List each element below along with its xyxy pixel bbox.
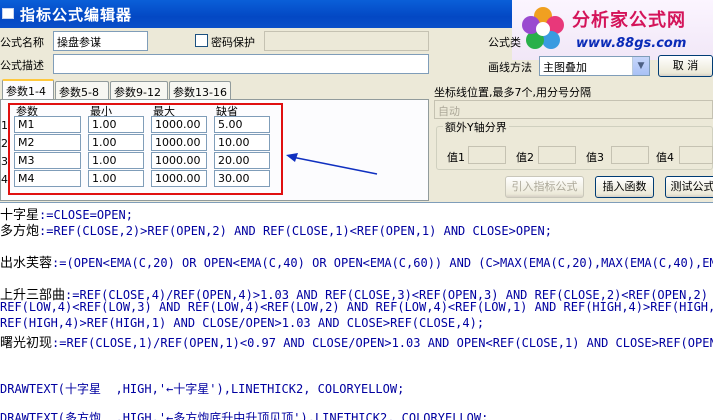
highlight-box bbox=[8, 103, 283, 195]
code-line: REF(HIGH,4)>REF(HIGH,1) AND CLOSE/OPEN>1… bbox=[0, 316, 485, 330]
insert-function-button[interactable]: 插入函数 bbox=[595, 176, 654, 198]
value2-label: 值2 bbox=[516, 151, 534, 164]
value4-input[interactable] bbox=[679, 146, 713, 164]
cancel-button[interactable]: 取 消 bbox=[658, 55, 713, 77]
tab-params-13-16[interactable]: 参数13-16 bbox=[169, 81, 231, 99]
param-row-number: 3 bbox=[1, 155, 8, 168]
code-line: REF(LOW,4)<REF(LOW,3) AND REF(LOW,4)<REF… bbox=[0, 300, 713, 314]
value3-input[interactable] bbox=[611, 146, 649, 164]
formula-code-editor[interactable]: 十字星:=CLOSE=OPEN; 多方炮:=REF(CLOSE,2)>REF(O… bbox=[0, 202, 713, 420]
param-row-number: 1 bbox=[1, 119, 8, 132]
logo-url: www.88gs.com bbox=[576, 36, 687, 51]
draw-method-label: 画线方法 bbox=[488, 61, 532, 74]
tab-params-1-4[interactable]: 参数1-4 bbox=[2, 79, 54, 100]
flower-logo-icon bbox=[522, 7, 564, 49]
import-formula-button[interactable]: 引入指标公式 bbox=[505, 176, 584, 198]
password-checkbox[interactable] bbox=[195, 34, 208, 47]
formula-desc-input[interactable] bbox=[53, 54, 429, 74]
tab-params-5-8[interactable]: 参数5-8 bbox=[55, 81, 109, 99]
value1-label: 值1 bbox=[447, 151, 465, 164]
param-row-number: 2 bbox=[1, 137, 8, 150]
tab-params-9-12[interactable]: 参数9-12 bbox=[110, 81, 168, 99]
password-input[interactable] bbox=[264, 31, 429, 51]
logo-name: 分析家公式网 bbox=[572, 10, 686, 31]
draw-method-value: 主图叠加 bbox=[543, 61, 587, 74]
param-row-number: 4 bbox=[1, 173, 8, 186]
window-icon bbox=[2, 8, 14, 19]
password-label: 密码保护 bbox=[211, 36, 255, 49]
formula-name-label: 公式名称 bbox=[0, 36, 44, 49]
formula-type-label: 公式类 bbox=[488, 36, 521, 49]
value3-label: 值3 bbox=[586, 151, 604, 164]
chevron-down-icon[interactable]: ▼ bbox=[632, 57, 649, 75]
code-line: 出水芙蓉:=(OPEN<EMA(C,20) OR OPEN<EMA(C,40) … bbox=[0, 256, 713, 271]
code-line: DRAWTEXT(多方炮 ,HIGH,'←多方炮底升中升顶见顶'),LINETH… bbox=[0, 411, 489, 420]
code-line: DRAWTEXT(十字星 ,HIGH,'←十字星'),LINETHICK2, C… bbox=[0, 382, 405, 396]
axis-line-input[interactable]: 自动 bbox=[434, 100, 713, 119]
test-formula-button[interactable]: 测试公式 bbox=[665, 176, 713, 198]
formula-desc-label: 公式描述 bbox=[0, 59, 44, 72]
code-line: 多方炮:=REF(CLOSE,2)>REF(OPEN,2) AND REF(CL… bbox=[0, 224, 552, 239]
value1-input[interactable] bbox=[468, 146, 506, 164]
value4-label: 值4 bbox=[656, 151, 674, 164]
value2-input[interactable] bbox=[538, 146, 576, 164]
draw-method-select[interactable]: 主图叠加 ▼ bbox=[539, 56, 650, 76]
formula-name-input[interactable]: 操盘参谋 bbox=[53, 31, 148, 51]
logo: 分析家公式网 www.88gs.com bbox=[512, 0, 713, 60]
extra-y-axis-title: 额外Y轴分界 bbox=[443, 119, 509, 135]
window-title: 指标公式编辑器 bbox=[20, 6, 133, 24]
axis-line-label: 坐标线位置,最多7个,用分号分隔 bbox=[434, 86, 591, 99]
code-line: 曙光初现:=REF(CLOSE,1)/REF(OPEN,1)<0.97 AND … bbox=[0, 336, 713, 351]
